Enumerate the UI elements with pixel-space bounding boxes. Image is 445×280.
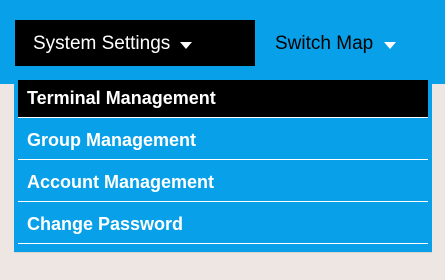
menu-item-label: Group Management xyxy=(27,130,197,150)
menu-item-terminal-management[interactable]: Terminal Management xyxy=(18,80,428,118)
menu-item-group-management[interactable]: Group Management xyxy=(18,122,428,160)
nav-system-settings[interactable]: System Settings xyxy=(15,20,255,66)
nav-switch-map-label: Switch Map xyxy=(275,32,374,54)
nav-switch-map[interactable]: Switch Map xyxy=(261,20,445,66)
menu-item-label: Change Password xyxy=(27,214,184,234)
menu-item-change-password[interactable]: Change Password xyxy=(18,206,428,244)
menu-item-label: Account Management xyxy=(27,172,215,192)
nav-system-settings-label: System Settings xyxy=(33,32,171,54)
chevron-down-icon xyxy=(180,41,193,49)
chevron-down-icon xyxy=(384,41,397,49)
menu-item-account-management[interactable]: Account Management xyxy=(18,164,428,202)
menu-item-label: Terminal Management xyxy=(27,88,216,108)
system-settings-dropdown: Terminal Management Group Management Acc… xyxy=(14,75,432,252)
top-navbar: System Settings Switch Map xyxy=(0,0,445,84)
